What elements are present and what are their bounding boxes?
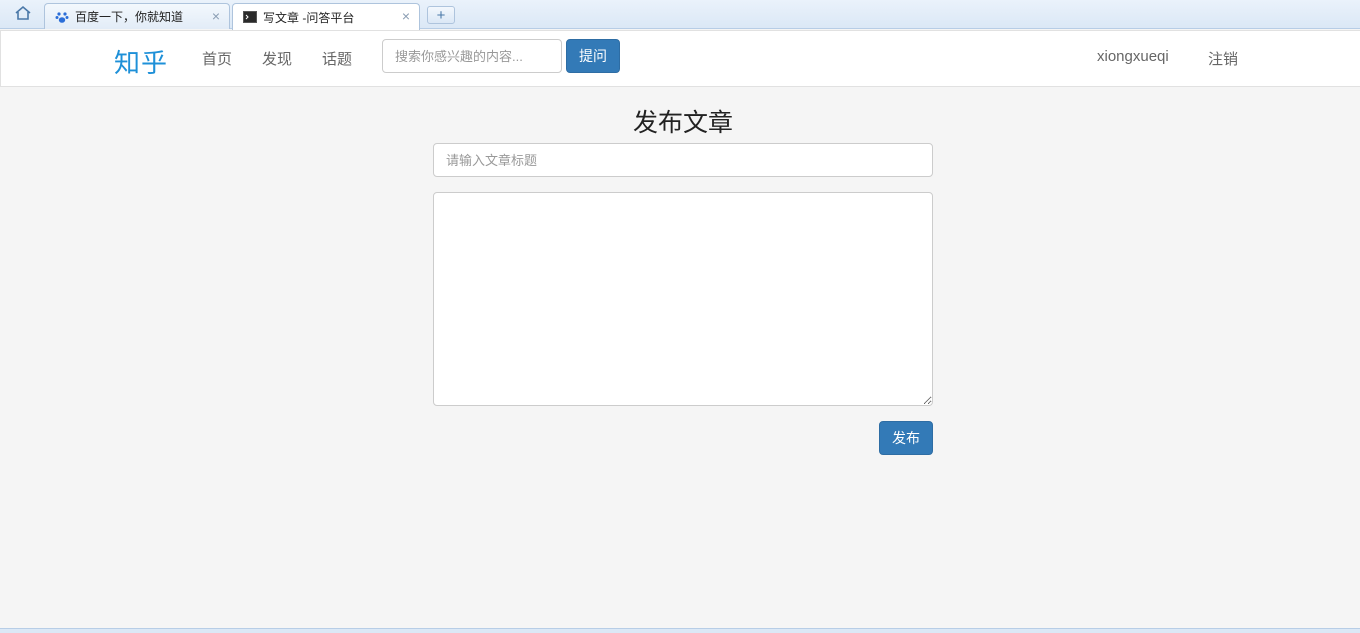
home-button[interactable] [10, 5, 36, 25]
nav-link-home[interactable]: 首页 [202, 48, 232, 69]
baidu-paw-icon [55, 10, 69, 24]
terminal-icon [243, 10, 257, 24]
tab-title: 百度一下，你就知道 [75, 10, 184, 24]
username-link[interactable]: xiongxueqi [1097, 48, 1169, 65]
site-navbar: 知乎 首页 发现 话题 提问 xiongxueqi 注销 [0, 30, 1360, 87]
ask-button[interactable]: 提问 [566, 39, 620, 73]
page-title: 发布文章 [632, 109, 733, 137]
article-content-textarea[interactable] [433, 192, 933, 406]
nav-link-discover[interactable]: 发现 [262, 48, 292, 69]
brand-logo[interactable]: 知乎 [114, 43, 168, 80]
tab-write-article[interactable]: 写文章 -问答平台 × [232, 3, 420, 30]
article-title-input[interactable] [433, 143, 933, 177]
new-tab-button[interactable]: + [427, 6, 455, 24]
logout-link[interactable]: 注销 [1208, 48, 1238, 69]
browser-status-bar [0, 628, 1360, 633]
home-icon [14, 5, 32, 26]
search-input[interactable] [382, 39, 562, 73]
browser-tab-strip: 百度一下，你就知道 × 写文章 -问答平台 × + [0, 0, 1360, 30]
close-icon[interactable]: × [209, 9, 223, 23]
tab-title: 写文章 -问答平台 [263, 10, 355, 25]
nav-link-topics[interactable]: 话题 [322, 48, 352, 69]
close-icon[interactable]: × [399, 9, 413, 23]
publish-button[interactable]: 发布 [879, 421, 933, 455]
tab-baidu[interactable]: 百度一下，你就知道 × [44, 3, 230, 29]
